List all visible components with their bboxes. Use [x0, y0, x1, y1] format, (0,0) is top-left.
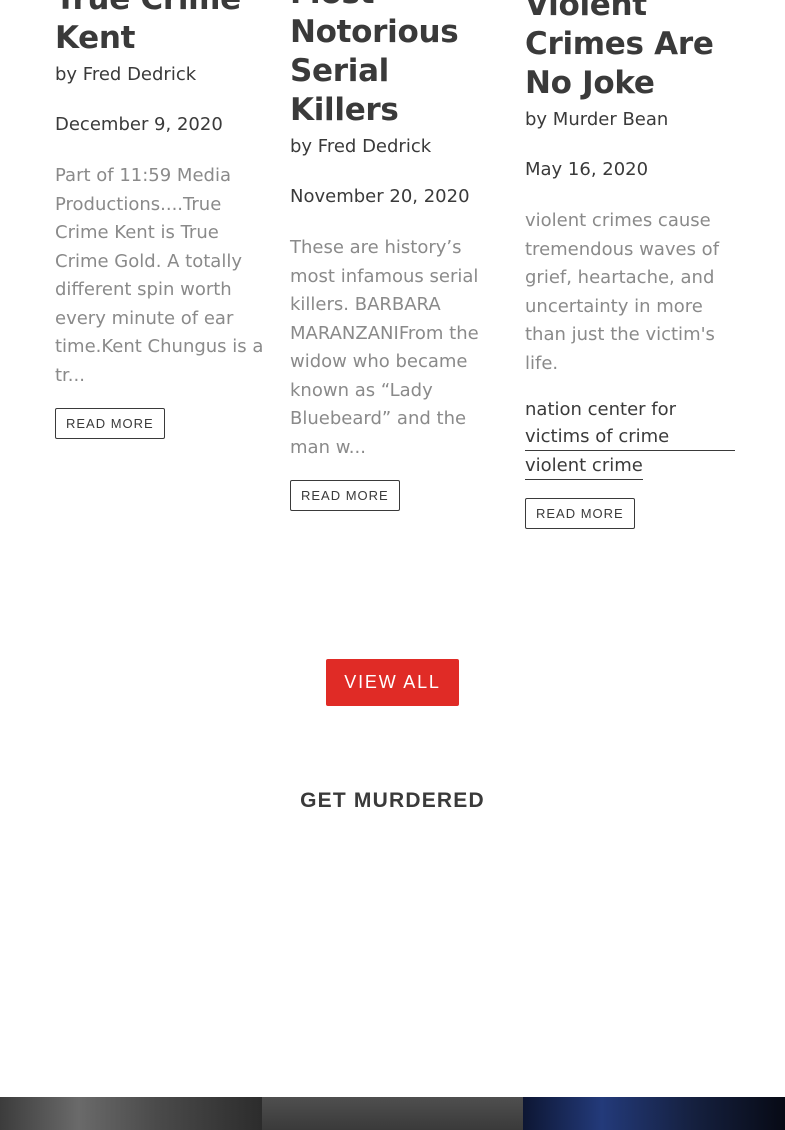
read-more-button[interactable]: READ MORE: [525, 498, 635, 529]
post-author: by Fred Dedrick: [55, 64, 197, 85]
gallery-image[interactable]: [261, 1097, 524, 1130]
post-card: Violent Crimes Are No Joke by Murder Bea…: [525, 0, 735, 529]
section-heading: GET MURDERED: [300, 789, 485, 812]
post-date: May 16, 2020: [525, 159, 649, 180]
post-card: Most Notorious Serial Killers by Fred De…: [290, 0, 500, 511]
post-title[interactable]: Violent Crimes Are No Joke: [525, 0, 735, 103]
post-excerpt: Part of 11:59 Media Productions....True …: [55, 165, 264, 386]
read-more-button[interactable]: READ MORE: [290, 480, 400, 511]
tag-link[interactable]: violent crime: [525, 452, 643, 480]
gallery-image[interactable]: [523, 1097, 785, 1130]
post-date: November 20, 2020: [290, 186, 470, 207]
post-title[interactable]: Most Notorious Serial Killers: [290, 0, 500, 130]
post-tags: nation center for victims of crime viole…: [525, 396, 735, 480]
post-excerpt: violent crimes cause tremendous waves of…: [525, 210, 720, 374]
post-title[interactable]: True Crime Kent: [55, 0, 265, 58]
post-date: December 9, 2020: [55, 114, 223, 135]
post-author: by Murder Bean: [525, 109, 669, 130]
post-card: True Crime Kent by Fred Dedrick December…: [55, 0, 265, 439]
post-excerpt: These are history’s most infamous serial…: [290, 237, 479, 458]
blog-page: True Crime Kent by Fred Dedrick December…: [0, 0, 785, 1130]
image-gallery: [0, 1097, 785, 1130]
post-author: by Fred Dedrick: [290, 136, 432, 157]
view-all-button[interactable]: VIEW ALL: [326, 659, 459, 706]
read-more-button[interactable]: READ MORE: [55, 408, 165, 439]
gallery-image[interactable]: [0, 1097, 262, 1130]
tag-link[interactable]: nation center for victims of crime: [525, 396, 735, 451]
